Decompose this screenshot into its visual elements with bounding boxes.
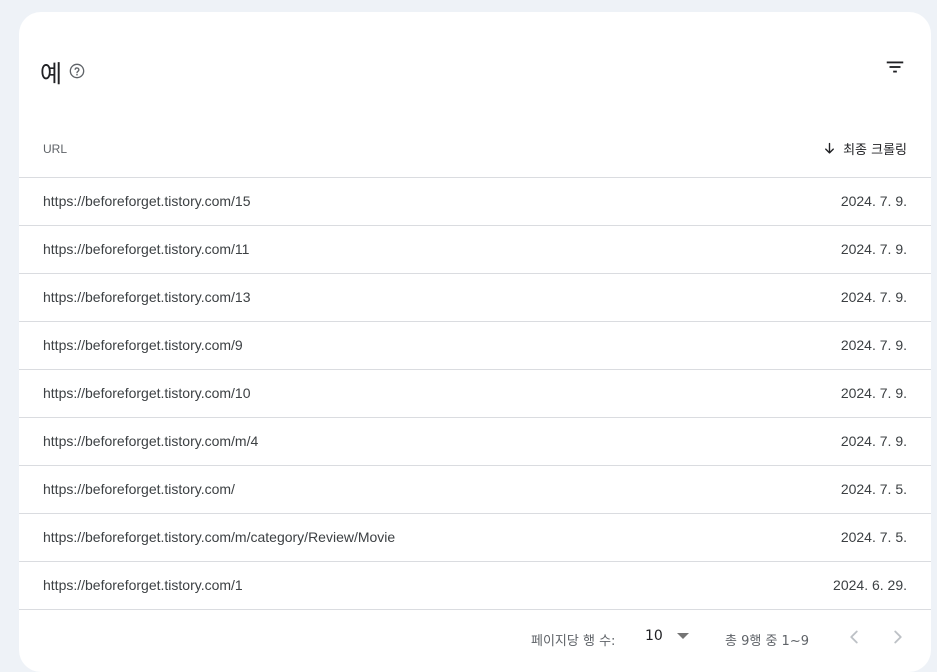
column-header-last-crawl[interactable]: 최종 크롤링 [822,139,907,158]
arrow-down-icon [825,142,834,154]
table-row[interactable]: https://beforeforget.tistory.com/m/4 2024… [19,418,931,466]
rows-per-page-label: 페이지당 행 수: [531,634,616,649]
table-row[interactable]: https://beforeforget.tistory.com/15 2024.… [19,178,931,226]
url-cell[interactable]: https://beforeforget.tistory.com/15 [43,193,251,209]
urls-card: 예 URL 최종 크롤링 https://beforeforget.tistor… [19,12,931,672]
help-circle-icon[interactable] [69,63,85,79]
dropdown-arrow-icon [676,633,689,639]
card-title: 예 [40,60,63,88]
url-cell[interactable]: https://beforeforget.tistory.com/ [43,481,235,497]
rows-per-page-value: 10 [645,628,663,644]
last-crawl-cell: 2024. 7. 9. [840,241,907,257]
table-row[interactable]: https://beforeforget.tistory.com/13 2024.… [19,274,931,322]
table-body: https://beforeforget.tistory.com/15 2024.… [19,178,931,610]
last-crawl-cell: 2024. 7. 9. [840,193,907,209]
url-table: URL 최종 크롤링 https://beforeforget.tistory.… [19,125,931,610]
table-row[interactable]: https://beforeforget.tistory.com/m/categ… [19,514,931,562]
table-row[interactable]: https://beforeforget.tistory.com/9 2024. … [19,322,931,370]
table-header: URL 최종 크롤링 [19,125,931,178]
last-crawl-cell: 2024. 7. 9. [840,289,907,305]
url-cell[interactable]: https://beforeforget.tistory.com/1 [43,577,243,593]
url-cell[interactable]: https://beforeforget.tistory.com/13 [43,289,251,305]
url-cell[interactable]: https://beforeforget.tistory.com/9 [43,337,243,353]
last-crawl-cell: 2024. 7. 5. [840,481,907,497]
url-cell[interactable]: https://beforeforget.tistory.com/m/4 [43,433,258,449]
filter-icon[interactable] [884,56,906,78]
table-row[interactable]: https://beforeforget.tistory.com/10 2024.… [19,370,931,418]
pagination-bar: 페이지당 행 수: 10 총 9행 중 1~9 [19,622,931,652]
url-cell[interactable]: https://beforeforget.tistory.com/11 [43,241,249,257]
table-row[interactable]: https://beforeforget.tistory.com/2024. 7… [19,466,931,514]
last-crawl-cell: 2024. 7. 9. [840,337,907,353]
rows-per-page-select[interactable]: 10 [645,628,689,644]
url-cell[interactable]: https://beforeforget.tistory.com/m/categ… [43,529,395,545]
chevron-left-icon[interactable] [843,626,865,648]
chevron-right-icon[interactable] [887,626,909,648]
pagination-range: 총 9행 중 1~9 [725,634,809,649]
last-crawl-cell: 2024. 7. 9. [840,433,907,449]
card-header: 예 [19,12,931,122]
last-crawl-label: 최종 크롤링 [843,143,907,158]
url-cell[interactable]: https://beforeforget.tistory.com/10 [43,385,251,401]
column-header-url[interactable]: URL [43,142,67,156]
table-row[interactable]: https://beforeforget.tistory.com/1 2024. … [19,562,931,610]
last-crawl-cell: 2024. 7. 5. [840,529,907,545]
last-crawl-cell: 2024. 6. 29. [833,577,907,593]
table-row[interactable]: https://beforeforget.tistory.com/11 2024.… [19,226,931,274]
last-crawl-cell: 2024. 7. 9. [840,385,907,401]
